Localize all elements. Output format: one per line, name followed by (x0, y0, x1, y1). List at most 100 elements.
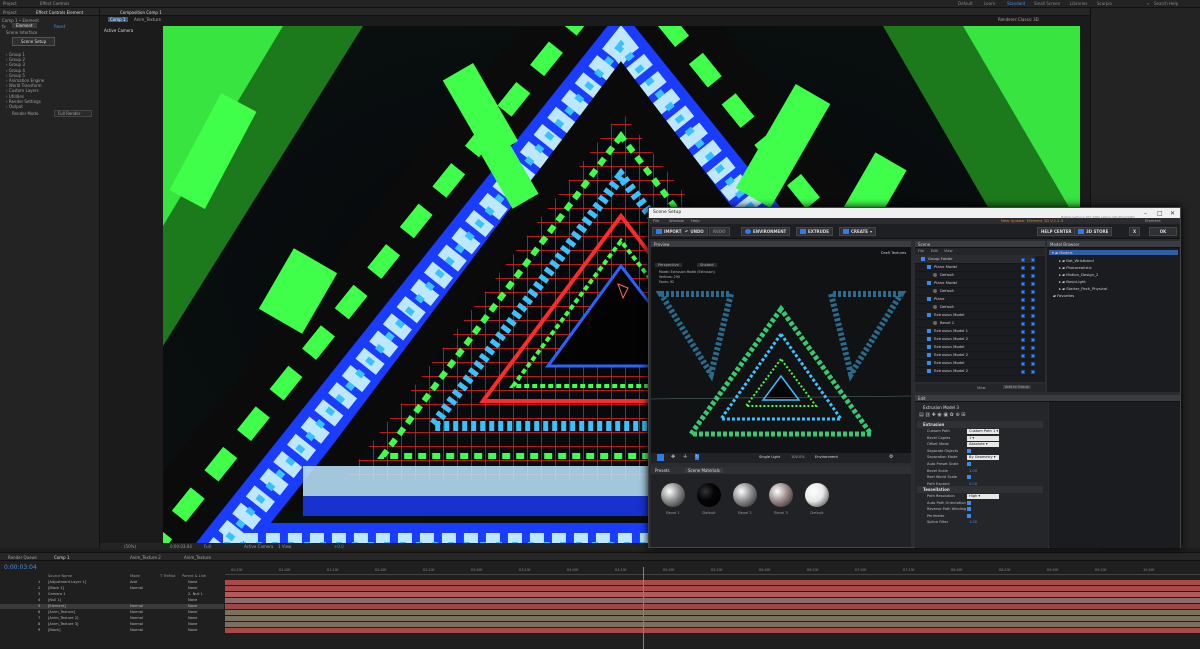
environment-button[interactable]: ENVIRONMENT (741, 227, 791, 236)
workspace-libraries[interactable]: Libraries (1070, 1, 1087, 6)
workspace-learn[interactable]: Learn (984, 1, 995, 6)
lock-checkbox[interactable] (1031, 338, 1035, 342)
view-layout-select[interactable]: 1 View (278, 544, 291, 549)
add-to-group-button[interactable]: Add to Group (1003, 385, 1031, 389)
edit-property-value[interactable]: 1.00 (967, 520, 979, 525)
update-notice[interactable]: New Update: Element 3D V.2.2.3 (1001, 218, 1063, 223)
layer-duration-bar[interactable] (225, 622, 1200, 627)
effect-group-item[interactable]: › Output (6, 104, 23, 109)
visibility-checkbox[interactable] (1021, 282, 1025, 286)
lock-checkbox[interactable] (1031, 330, 1035, 334)
redo-button[interactable]: REDO (709, 227, 730, 236)
layer-row[interactable]: 6 [Anim_Texture] Normal None (0, 610, 224, 615)
layer-duration-bar[interactable] (225, 592, 1200, 597)
visibility-checkbox[interactable] (1021, 266, 1025, 270)
visibility-checkbox[interactable] (1021, 338, 1025, 342)
edit-property-value[interactable]: High ▾ (967, 494, 999, 499)
tab-anim-texture-2[interactable]: Anim_Texture 2 (130, 555, 161, 560)
menu-project[interactable]: Project (3, 1, 17, 6)
model-browser-item[interactable]: ▸ ▰ Bat_Wristband (1059, 258, 1094, 263)
cancel-button[interactable]: X (1129, 227, 1141, 236)
lock-checkbox[interactable] (1031, 306, 1035, 310)
layer-row[interactable]: 1 [Adjustment Layer 1] Add None (0, 580, 224, 585)
create-button[interactable]: CREATE ▾ (839, 227, 877, 236)
layer-duration-bar[interactable] (225, 616, 1200, 621)
tab-presets[interactable]: Presets (655, 468, 670, 473)
menu-effect-controls[interactable]: Effect Controls (40, 1, 69, 6)
pan-icon[interactable]: ✛ (683, 454, 687, 460)
viewer-timecode[interactable]: 0:00:03:04 (170, 544, 192, 549)
material-sphere[interactable] (661, 483, 685, 507)
move-icon[interactable]: ✥ (671, 454, 675, 460)
scene-menu-view[interactable]: View (944, 249, 953, 253)
minimize-icon[interactable]: – (1144, 210, 1147, 217)
layer-duration-bar[interactable] (225, 628, 1200, 633)
scene-tree-item[interactable]: Extrusion Model 1 (915, 328, 1035, 336)
3d-store-button[interactable]: 3D STORE (1074, 227, 1113, 236)
layer-name[interactable]: Camera 1 (48, 592, 66, 596)
undo-button[interactable]: ↶ UNDO (681, 227, 708, 236)
layer-row[interactable]: 5 [Element] Normal None (0, 604, 224, 609)
layer-name[interactable]: [Null 1] (48, 598, 61, 602)
draft-textures-toggle[interactable]: Draft Textures (881, 251, 906, 255)
layer-name[interactable]: [Element] (48, 604, 66, 608)
layer-parent[interactable]: None (188, 610, 197, 614)
model-browser-item[interactable]: ▸ ▰ BasicLight (1059, 279, 1086, 284)
visibility-checkbox[interactable] (1021, 258, 1025, 262)
lock-checkbox[interactable] (1031, 258, 1035, 262)
menu-window[interactable]: Window (669, 218, 684, 223)
scene-tree-item[interactable]: Plane Model (915, 280, 1035, 288)
visibility-checkbox[interactable] (1021, 346, 1025, 350)
scene-tree-item[interactable]: Extrusion Model 2 (915, 352, 1035, 360)
visibility-checkbox[interactable] (1021, 290, 1025, 294)
edit-property-value[interactable] (967, 462, 971, 466)
visibility-checkbox[interactable] (1021, 322, 1025, 326)
layer-duration-bar[interactable] (225, 604, 1200, 609)
lock-checkbox[interactable] (1031, 346, 1035, 350)
layer-mode[interactable]: Normal (130, 604, 143, 608)
model-browser-item[interactable]: ▸ ▰ Photorealistic (1059, 265, 1092, 270)
tab-effect-controls[interactable]: Effect Controls Element (36, 10, 83, 15)
layer-name[interactable]: [Anim_Texture 2] (48, 616, 78, 620)
tab-scene-materials[interactable]: Scene Materials (685, 468, 723, 473)
scene-tree-item[interactable]: Extrusion Model (915, 312, 1035, 320)
edit-property-value[interactable]: 1 ▾ (967, 435, 999, 441)
layer-parent[interactable]: 2. Null 1 (188, 592, 203, 596)
layer-duration-bar[interactable] (225, 598, 1200, 603)
layer-mode[interactable]: Normal (130, 628, 143, 632)
exposure-value[interactable]: +0.0 (334, 544, 344, 549)
scene-tree[interactable]: Group Folder Plane Model Default Plane Mode… (915, 256, 1045, 382)
camera-select[interactable]: Active Camera (244, 544, 273, 549)
playhead[interactable] (643, 567, 644, 649)
settings-icon[interactable]: ⚙ (889, 454, 893, 460)
edit-property-value[interactable] (967, 500, 971, 505)
model-browser-root[interactable]: ▾ ▰ Models (1049, 250, 1178, 255)
scene-tree-item[interactable]: Extrusion Model 2 (915, 336, 1035, 344)
material-sphere[interactable] (769, 483, 793, 507)
section-extrusion[interactable]: Extrusion (917, 421, 1043, 428)
workspace-standard[interactable]: Standard (1007, 1, 1025, 6)
preview-viewport[interactable]: Draft Textures Perspective Shaded Model:… (651, 248, 911, 453)
visibility-checkbox[interactable] (1021, 314, 1025, 318)
lock-checkbox[interactable] (1031, 370, 1035, 374)
layer-mode[interactable]: Normal (130, 616, 143, 620)
resolution-select[interactable]: Full (204, 544, 211, 549)
tab-render-queue[interactable]: Render Queue (8, 555, 37, 560)
scene-tree-item[interactable]: Group Folder (915, 256, 1035, 264)
layer-mode[interactable]: Add (130, 580, 137, 584)
scene-tree-item[interactable]: Default (915, 304, 1035, 312)
lock-checkbox[interactable] (1031, 290, 1035, 294)
lock-checkbox[interactable] (1031, 314, 1035, 318)
lock-checkbox[interactable] (1031, 266, 1035, 270)
edit-property-value[interactable]: Custom Path 1 ▾ (967, 429, 999, 434)
tab-anim-texture[interactable]: Anim_Texture (184, 555, 211, 560)
effect-name[interactable]: Element (12, 23, 37, 28)
composition-tab-label[interactable]: Composition Comp 1 (120, 10, 162, 15)
layer-row[interactable]: 2 [Black 1] Normal None (0, 586, 224, 591)
workspace-default[interactable]: Default (958, 1, 973, 6)
material-sphere[interactable] (805, 483, 829, 507)
scene-tree-item[interactable]: Bevel 1 (915, 320, 1035, 328)
visibility-checkbox[interactable] (1021, 354, 1025, 358)
preview-exposure[interactable]: 100.0% (791, 455, 805, 459)
tab-project[interactable]: Project (3, 10, 17, 15)
